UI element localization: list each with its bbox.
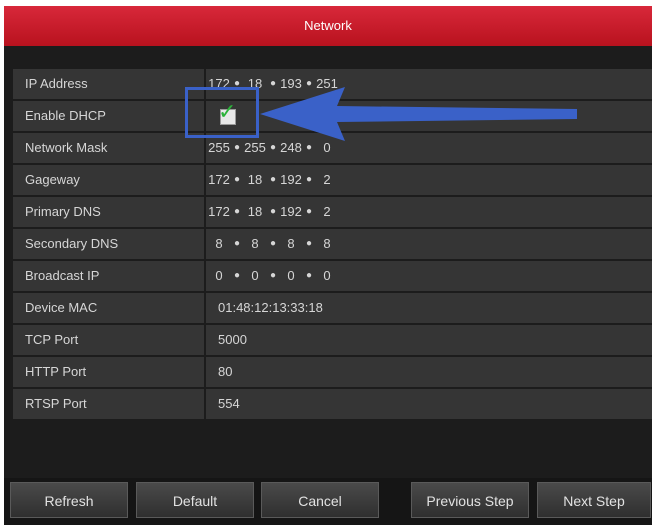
field-label: IP Address	[13, 69, 204, 99]
octet-separator: ●	[305, 206, 313, 217]
octet[interactable]: 0	[278, 261, 304, 291]
octet-separator: ●	[233, 174, 241, 185]
octet[interactable]: 2	[314, 165, 340, 195]
field-label: Enable DHCP	[13, 101, 204, 131]
octet-separator: ●	[305, 174, 313, 185]
octet[interactable]: 18	[242, 197, 268, 227]
octet-separator: ●	[305, 270, 313, 281]
field-label: Broadcast IP	[13, 261, 204, 291]
octet-separator: ●	[233, 270, 241, 281]
octet[interactable]: 2	[314, 197, 340, 227]
annotation-highlight-box	[185, 87, 259, 138]
row-http-port: HTTP Port 80	[13, 357, 652, 387]
octet-separator: ●	[233, 238, 241, 249]
row-gateway: Gageway 172 ● 18 ● 192 ● 2	[13, 165, 652, 195]
octet-separator: ●	[269, 270, 277, 281]
row-secondary-dns: Secondary DNS 8 ● 8 ● 8 ● 8	[13, 229, 652, 259]
gateway-input[interactable]: 172 ● 18 ● 192 ● 2	[206, 165, 652, 195]
octet[interactable]: 0	[206, 261, 232, 291]
octet[interactable]: 192	[278, 197, 304, 227]
secondary-dns-input[interactable]: 8 ● 8 ● 8 ● 8	[206, 229, 652, 259]
octet[interactable]: 172	[206, 165, 232, 195]
field-label: Network Mask	[13, 133, 204, 163]
broadcast-ip-input[interactable]: 0 ● 0 ● 0 ● 0	[206, 261, 652, 291]
next-step-button[interactable]: Next Step	[537, 482, 651, 518]
octet[interactable]: 0	[314, 261, 340, 291]
octet[interactable]: 18	[242, 165, 268, 195]
octet[interactable]: 8	[278, 229, 304, 259]
previous-step-button[interactable]: Previous Step	[411, 482, 529, 518]
row-device-mac: Device MAC 01:48:12:13:33:18	[13, 293, 652, 323]
row-primary-dns: Primary DNS 172 ● 18 ● 192 ● 2	[13, 197, 652, 227]
window-title: Network	[4, 6, 652, 46]
row-tcp-port: TCP Port 5000	[13, 325, 652, 355]
octet-separator: ●	[305, 238, 313, 249]
octet[interactable]: 8	[314, 229, 340, 259]
row-rtsp-port: RTSP Port 554	[13, 389, 652, 419]
octet[interactable]: 172	[206, 197, 232, 227]
octet-separator: ●	[269, 174, 277, 185]
field-label: HTTP Port	[13, 357, 204, 387]
cancel-button[interactable]: Cancel	[261, 482, 379, 518]
field-label: Primary DNS	[13, 197, 204, 227]
field-label: RTSP Port	[13, 389, 204, 419]
rtsp-port-input[interactable]: 554	[206, 389, 652, 419]
field-label: Secondary DNS	[13, 229, 204, 259]
octet-separator: ●	[233, 206, 241, 217]
default-button[interactable]: Default	[136, 482, 254, 518]
device-mac-value: 01:48:12:13:33:18	[206, 293, 652, 323]
arrow-left-icon	[260, 87, 577, 141]
octet-separator: ●	[269, 238, 277, 249]
field-label: TCP Port	[13, 325, 204, 355]
octet-separator: ●	[269, 206, 277, 217]
refresh-button[interactable]: Refresh	[10, 482, 128, 518]
octet[interactable]: 8	[242, 229, 268, 259]
primary-dns-input[interactable]: 172 ● 18 ● 192 ● 2	[206, 197, 652, 227]
octet[interactable]: 8	[206, 229, 232, 259]
http-port-input[interactable]: 80	[206, 357, 652, 387]
octet[interactable]: 0	[242, 261, 268, 291]
field-label: Device MAC	[13, 293, 204, 323]
row-broadcast-ip: Broadcast IP 0 ● 0 ● 0 ● 0	[13, 261, 652, 291]
octet[interactable]: 192	[278, 165, 304, 195]
tcp-port-input[interactable]: 5000	[206, 325, 652, 355]
field-label: Gageway	[13, 165, 204, 195]
